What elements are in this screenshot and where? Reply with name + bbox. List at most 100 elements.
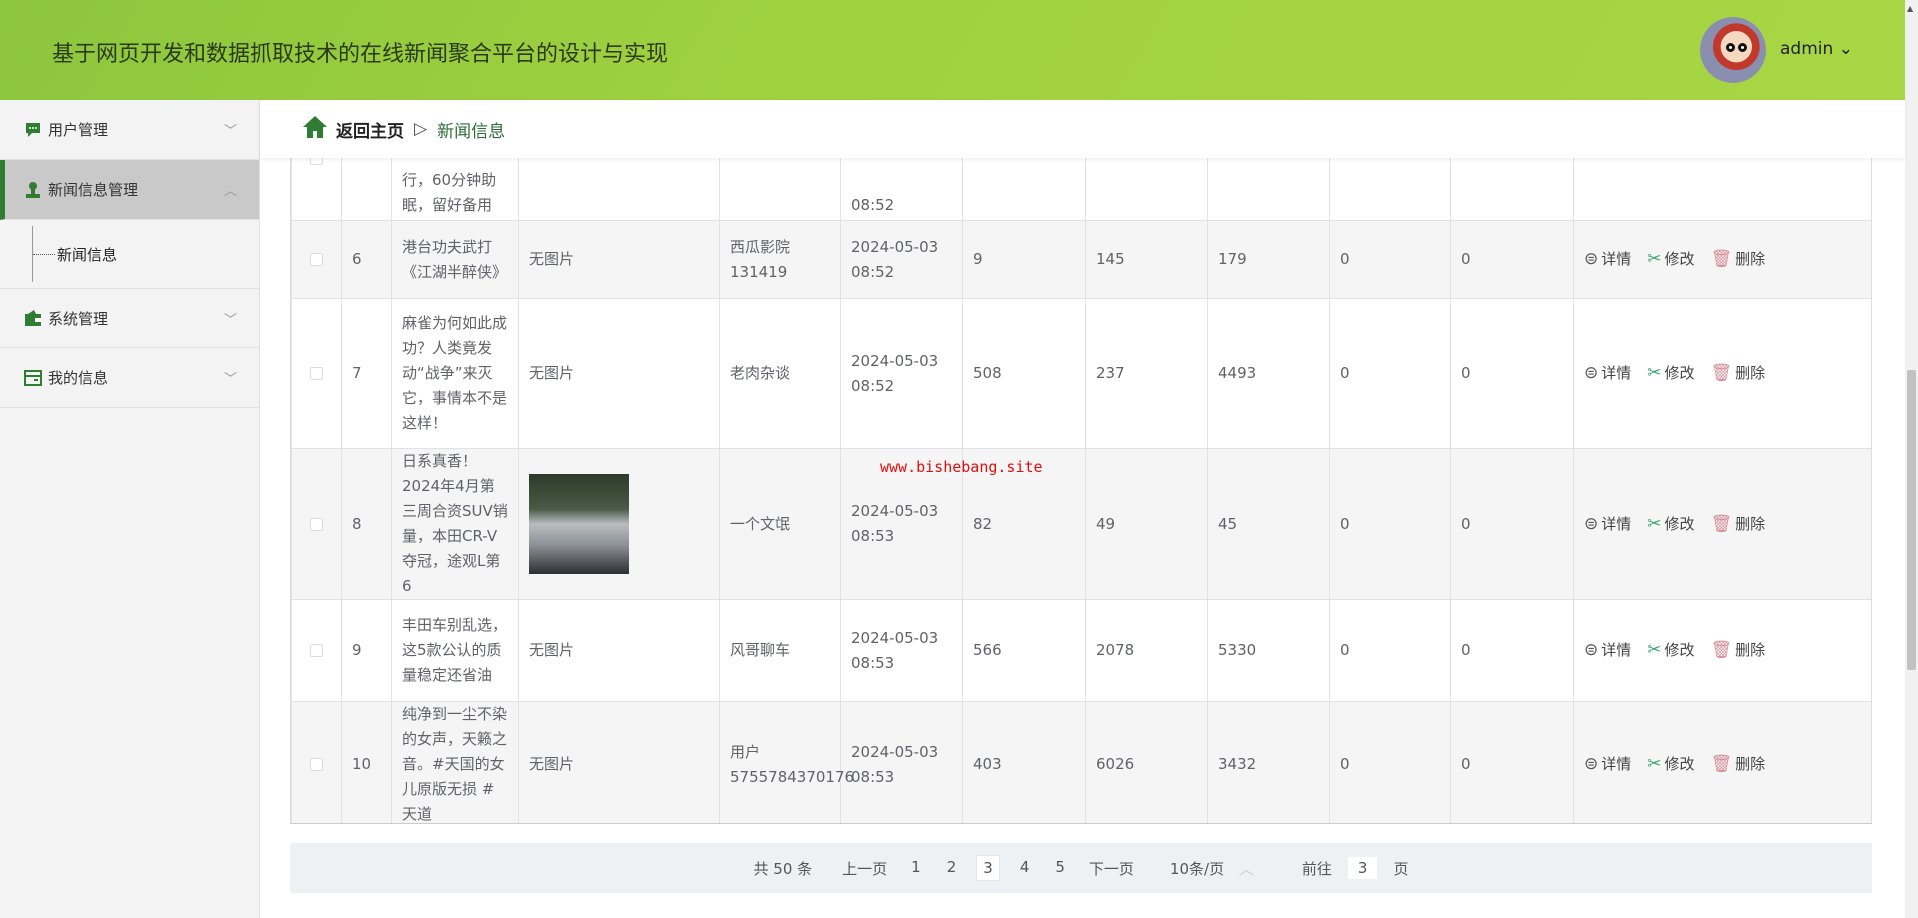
edit-button[interactable]: ✂ 修改 — [1647, 638, 1694, 663]
goto-page-input[interactable]: 3 — [1347, 857, 1378, 879]
row-checkbox[interactable] — [310, 758, 323, 771]
author-cell: 老肉杂谈 — [719, 298, 841, 449]
index-cell: 9 — [341, 599, 392, 702]
home-icon[interactable] — [302, 115, 328, 144]
tools-icon: ✂ — [1647, 754, 1662, 774]
news-table: 行，60分钟助眠，留好备用 08:52 6 港台功夫武打《江湖半醉侠》 无图片 西瓜影院1… — [290, 158, 1872, 824]
total-count: 共 50 条 — [753, 859, 813, 878]
detail-button[interactable]: ⊜ 详情 — [1584, 247, 1631, 272]
edit-button[interactable]: ✂ 修改 — [1647, 512, 1694, 537]
search-detail-icon: ⊜ — [1584, 640, 1599, 660]
title-cell: 日系真香！2024年4月第三周合资SUV销量，本田CR-V夺冠，途观L第6 — [391, 448, 519, 600]
delete-button[interactable]: 🗑 删除 — [1711, 247, 1766, 272]
user-menu[interactable]: admin ⌄ — [1780, 39, 1853, 59]
detail-button[interactable]: ⊜ 详情 — [1584, 752, 1631, 777]
scroll-up-icon[interactable]: ▲ — [1907, 4, 1913, 13]
search-detail-icon: ⊜ — [1584, 513, 1599, 534]
row-checkbox[interactable] — [310, 253, 323, 266]
page-1-button[interactable]: 1 — [905, 855, 927, 881]
menu-label: 我的信息 — [48, 369, 109, 387]
row-checkbox[interactable] — [310, 158, 323, 165]
image-cell — [518, 158, 720, 221]
count-cell: 5330 — [1207, 599, 1330, 702]
menu-label: 系统管理 — [48, 309, 109, 328]
username: admin — [1780, 39, 1834, 59]
time-cell: 08:52 — [840, 158, 963, 221]
row-checkbox[interactable] — [310, 644, 323, 657]
breadcrumb: 返回主页 ▷ 新闻信息 — [260, 100, 1905, 158]
page-4-button[interactable]: 4 — [1014, 855, 1036, 881]
image-cell: 无图片 — [518, 220, 720, 299]
avatar[interactable] — [1700, 17, 1766, 83]
delete-button[interactable]: 🗑 删除 — [1711, 512, 1766, 537]
count-cell: 0 — [1329, 298, 1451, 449]
chevron-down-icon: ﹀ — [223, 313, 237, 328]
row-checkbox-cell — [291, 220, 342, 299]
delete-button[interactable]: 🗑 删除 — [1711, 752, 1766, 777]
image-cell: 无图片 — [518, 701, 720, 823]
edit-button[interactable]: ✂ 修改 — [1647, 752, 1694, 777]
detail-button[interactable]: ⊜ 详情 — [1584, 512, 1631, 537]
count-cell — [1329, 158, 1451, 221]
title-cell: 港台功夫武打《江湖半醉侠》 — [391, 220, 519, 299]
count-cell: 0 — [1329, 448, 1451, 600]
edit-button[interactable]: ✂ 修改 — [1647, 361, 1694, 386]
table-row: 8 日系真香！2024年4月第三周合资SUV销量，本田CR-V夺冠，途观L第6 一个… — [291, 448, 1871, 600]
time-cell: 2024-05-03 08:52 — [840, 298, 963, 449]
chat-icon — [24, 121, 42, 139]
table-row: 9 丰田车别乱选，这5款公认的质量稳定还省油 无图片 风哥聊车 2024-05-03 0… — [291, 599, 1871, 702]
detail-button[interactable]: ⊜ 详情 — [1584, 638, 1631, 663]
delete-label: 删除 — [1735, 250, 1766, 268]
row-checkbox[interactable] — [310, 367, 323, 380]
page-3-button[interactable]: 3 — [976, 855, 1000, 881]
detail-button[interactable]: ⊜ 详情 — [1584, 361, 1631, 386]
count-cell: 2078 — [1085, 599, 1208, 702]
index-cell — [341, 158, 392, 221]
count-cell: 0 — [1450, 220, 1574, 299]
sidebar-subitem-news-info[interactable]: 新闻信息 — [0, 220, 259, 288]
page-scrollbar[interactable]: ▲ — [1905, 0, 1918, 918]
count-cell: 145 — [1085, 220, 1208, 299]
delete-button[interactable]: 🗑 删除 — [1711, 361, 1766, 386]
menu-label: 新闻信息管理 — [48, 181, 139, 199]
count-cell: 0 — [1329, 220, 1451, 299]
delete-label: 删除 — [1735, 364, 1766, 382]
page-2-button[interactable]: 2 — [941, 855, 963, 881]
search-detail-icon: ⊜ — [1584, 754, 1599, 774]
author-cell — [719, 158, 841, 221]
sidebar-item-news-management[interactable]: 新闻信息管理 ︿ — [0, 160, 259, 220]
tools-icon: ✂ — [1647, 363, 1662, 383]
sidebar-item-my-info[interactable]: 我的信息 ﹀ — [0, 348, 259, 408]
chevron-up-icon: ︿ — [223, 184, 237, 199]
detail-label: 详情 — [1601, 250, 1632, 268]
next-page-button[interactable]: 下一页 — [1083, 855, 1140, 882]
image-cell: 无图片 — [518, 599, 720, 702]
count-cell: 9 — [962, 220, 1086, 299]
page-5-button[interactable]: 5 — [1049, 855, 1071, 881]
goto-suffix: 页 — [1393, 859, 1409, 878]
edit-button[interactable]: ✂ 修改 — [1647, 247, 1694, 272]
breadcrumb-home[interactable]: 返回主页 — [336, 117, 404, 142]
actions-cell: ⊜ 详情 ✂ 修改 🗑 删除 — [1573, 298, 1871, 449]
detail-label: 详情 — [1601, 364, 1632, 382]
sidebar-item-user-management[interactable]: 用户管理 ﹀ — [0, 100, 259, 160]
trash-icon: 🗑 — [1710, 513, 1733, 534]
chevron-down-icon: ﹀ — [223, 124, 237, 139]
table-row: 10 纯净到一尘不染的女声，天籁之音。#天国的女儿原版无损 #天道 无图片 用户575… — [291, 701, 1871, 823]
tools-icon: ✂ — [1647, 249, 1662, 269]
sidebar-item-system-management[interactable]: 系统管理 ﹀ — [0, 288, 259, 348]
news-thumbnail[interactable] — [529, 474, 629, 574]
delete-button[interactable]: 🗑 删除 — [1711, 638, 1766, 663]
user-icon — [24, 181, 42, 199]
prev-page-button[interactable]: 上一页 — [836, 855, 893, 882]
breadcrumb-current: 新闻信息 — [437, 121, 506, 142]
top-header: 基于网页开发和数据抓取技术的在线新闻聚合平台的设计与实现 admin ⌄ — [0, 0, 1905, 100]
app-title: 基于网页开发和数据抓取技术的在线新闻聚合平台的设计与实现 — [52, 42, 669, 67]
trash-icon: 🗑 — [1710, 249, 1733, 269]
pagination: 共 50 条 上一页 12345 下一页 10条/页 ︿ 前往 3 页 — [290, 843, 1872, 893]
count-cell: 0 — [1329, 599, 1451, 702]
title-cell: 丰田车别乱选，这5款公认的质量稳定还省油 — [391, 599, 519, 702]
row-checkbox[interactable] — [310, 517, 323, 531]
page-size-select[interactable]: 10条/页 ︿ — [1164, 855, 1260, 882]
count-cell: 179 — [1207, 220, 1330, 299]
